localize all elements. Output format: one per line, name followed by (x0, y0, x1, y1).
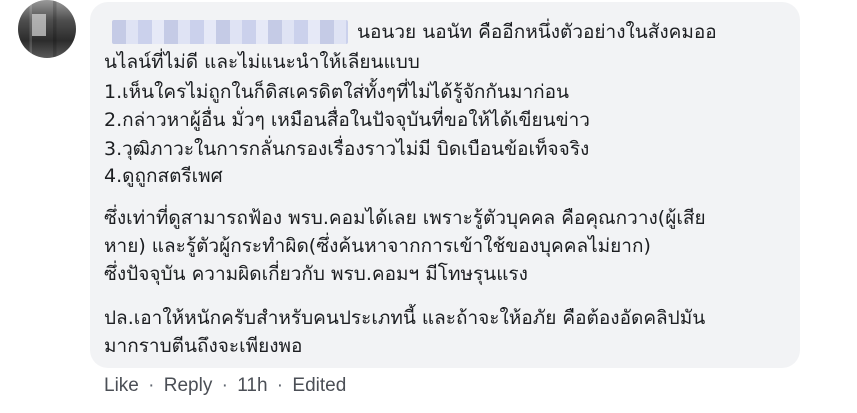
edited-link[interactable]: Edited (292, 375, 346, 396)
separator: · (221, 375, 228, 396)
avatar[interactable] (18, 0, 76, 58)
comment-line-9: ปล.เอาให้หนักครับสำหรับคนประเภทนี้ และถ้… (104, 307, 706, 329)
comment-line-4: 3.วุฒิภาวะในการกลั่นกรองเรื่องราวไม่มี บ… (104, 138, 590, 160)
comment-line-2: 1.เห็นใครไม่ถูกในก็ดิสเครดิตใส่ทั้งๆที่ไ… (104, 81, 570, 103)
comment-line-10: มากราบตีนถึงจะเพียงพอ (104, 335, 303, 357)
like-button[interactable]: Like (104, 375, 139, 396)
comment-line-0: นอนวย นอนัท คืออีกหนึ่งตัวอย่างในสังคมออ (357, 21, 717, 43)
comment-line-8: ซึ่งปัจจุบัน ความผิดเกี่ยวกับ พรบ.คอมฯ ม… (104, 263, 528, 285)
comment-line-3: 2.กล่าวหาผู้อื่น มั่วๆ เหมือนสื่อในปัจจุ… (104, 109, 590, 131)
comment-line-6: ซึ่งเท่าที่ดูสามารถฟ้อง พรบ.คอมได้เลย เพ… (104, 207, 706, 229)
reply-button[interactable]: Reply (164, 375, 213, 396)
timestamp-link[interactable]: 11h (237, 375, 267, 396)
comment-line-7: หาย) และรู้ตัวผู้กระทำผิด(ซึ่งค้นหาจากกา… (104, 235, 651, 257)
separator: · (276, 375, 284, 396)
separator: · (148, 375, 155, 396)
commenter-name-redacted[interactable] (112, 20, 348, 44)
comment-line-5: 4.ดูถูกสตรีเพศ (104, 165, 223, 187)
comment-actions: Like · Reply · 11h · Edited (104, 374, 346, 398)
comment-line-1: นไลน์ที่ไม่ดี และไม่แนะนำให้เลียนแบบ (104, 51, 420, 73)
